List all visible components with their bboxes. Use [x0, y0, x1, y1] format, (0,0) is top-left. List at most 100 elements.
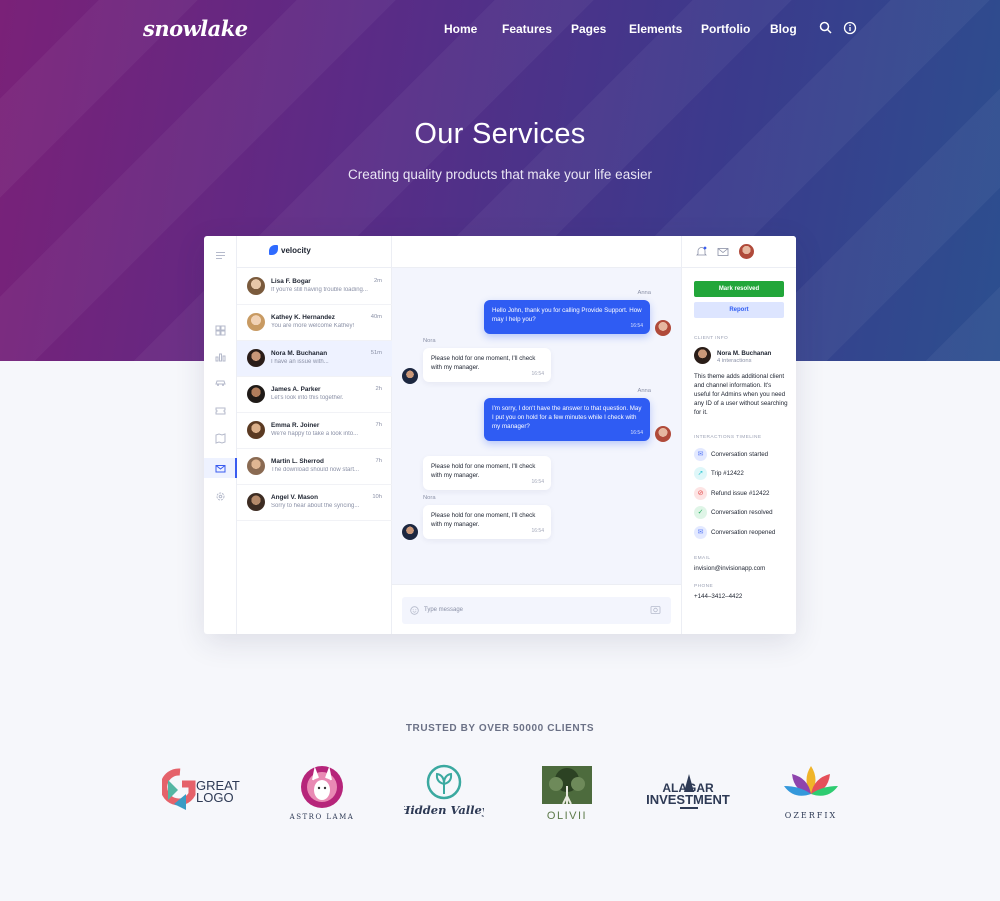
settings-icon[interactable]: [215, 491, 226, 502]
nav-blog[interactable]: Blog: [770, 22, 797, 36]
client-interactions: 4 interactions: [717, 358, 752, 364]
avatar: [247, 421, 265, 439]
message-time: 16:54: [630, 430, 643, 436]
customer-avatar: [402, 368, 418, 384]
report-button[interactable]: Report: [694, 302, 784, 318]
page-subtitle: Creating quality products that make your…: [348, 167, 652, 182]
emoji-icon[interactable]: [410, 606, 419, 615]
message-input[interactable]: Type message: [402, 597, 671, 624]
avatar: [247, 457, 265, 475]
hidden-valley-logo: Hidden Valley: [404, 764, 484, 817]
chat-header: [392, 236, 681, 268]
conversation-list: velocity Lisa F. Bogar If you're still h…: [237, 236, 392, 634]
conversation-item[interactable]: Angel V. Mason Sorry to hear about the s…: [237, 485, 392, 521]
timeline-label-text: Conversation started: [711, 451, 769, 458]
conversation-name: Nora M. Buchanan: [271, 350, 328, 357]
conversation-name: Angel V. Mason: [271, 494, 318, 501]
check-icon: ✓: [694, 506, 707, 519]
conversation-item[interactable]: Emma R. Joiner We're happy to take a loo…: [237, 413, 392, 449]
car-icon[interactable]: [215, 377, 226, 388]
conversation-time: 7h: [375, 458, 382, 464]
mail-icon: ✉: [694, 526, 707, 539]
conversation-time: 7h: [375, 422, 382, 428]
message-text: Hello John, thank you for calling Provid…: [492, 307, 642, 323]
message-time: 16:54: [531, 479, 544, 485]
olivii-logo: OLIVII: [542, 766, 592, 822]
timeline-label-text: Conversation reopened: [711, 529, 776, 536]
search-icon[interactable]: [819, 21, 833, 35]
conversation-item[interactable]: Kathey K. Hernandez You are more welcome…: [237, 305, 392, 341]
trip-icon: ➚: [694, 467, 707, 480]
mark-resolved-button[interactable]: Mark resolved: [694, 281, 784, 297]
agent-avatar: [655, 426, 671, 442]
client-note: This theme adds additional client and ch…: [694, 373, 788, 416]
avatar: [247, 313, 265, 331]
message-bubble-outgoing: I'm sorry, I don't have the answer to th…: [484, 398, 650, 441]
nav-pages[interactable]: Pages: [571, 22, 606, 36]
message-author: Anna: [637, 290, 651, 296]
message-bubble-outgoing: Hello John, thank you for calling Provid…: [484, 300, 650, 334]
stats-icon[interactable]: [215, 351, 226, 362]
message-author: Nora: [423, 495, 436, 501]
mail-icon[interactable]: [215, 463, 226, 474]
conversation-name: Kathey K. Hernandez: [271, 314, 335, 321]
menu-icon[interactable]: [215, 250, 226, 261]
message-text: Please hold for one moment, I'll check w…: [431, 512, 536, 528]
svg-text:LOGO: LOGO: [196, 790, 234, 805]
svg-text:ASTRO LAMA: ASTRO LAMA: [289, 813, 355, 821]
avatar: [247, 349, 265, 367]
email-label: EMAIL: [694, 556, 711, 561]
message-time: 16:54: [531, 528, 544, 534]
dashboard-icon[interactable]: [215, 325, 226, 336]
conversation-time: 2m: [373, 278, 382, 284]
message-bubble-incoming: Please hold for one moment, I'll check w…: [423, 348, 551, 382]
conversation-item-selected[interactable]: Nora M. Buchanan I have an issue with...…: [237, 341, 392, 377]
info-icon[interactable]: [843, 21, 857, 35]
conversation-preview: Sorry to hear about the syncing...: [271, 503, 360, 509]
mail-icon: ✉: [694, 448, 707, 461]
svg-text:Hidden Valley: Hidden Valley: [404, 803, 484, 817]
ozerfix-logo: OZERFIX: [784, 766, 838, 820]
timeline-item: ✓ Conversation resolved: [694, 506, 794, 520]
nav-home[interactable]: Home: [444, 22, 477, 36]
customer-avatar: [402, 524, 418, 540]
message-input-placeholder: Type message: [424, 607, 464, 613]
app-brand[interactable]: velocity: [269, 245, 311, 255]
message-author: Anna: [637, 388, 651, 394]
chat-panel: Anna Hello John, thank you for calling P…: [392, 236, 681, 634]
avatar: [247, 277, 265, 295]
conversation-name: Lisa F. Bogar: [271, 278, 311, 285]
nav-portfolio[interactable]: Portfolio: [701, 22, 750, 36]
image-attach-icon[interactable]: [650, 605, 661, 615]
message-text: Please hold for one moment, I'll check w…: [431, 463, 536, 479]
page-title: Our Services: [414, 118, 586, 150]
conversation-item[interactable]: Lisa F. Bogar If you're still having tro…: [237, 269, 392, 305]
ticket-icon[interactable]: [215, 405, 226, 416]
svg-text:OZERFIX: OZERFIX: [785, 811, 837, 820]
message-bubble-incoming: Please hold for one moment, I'll check w…: [423, 505, 551, 539]
mail-notify-icon[interactable]: [717, 247, 729, 257]
conversation-time: 40m: [370, 314, 382, 320]
message-text: Please hold for one moment, I'll check w…: [431, 355, 536, 371]
message-bubble-incoming: Please hold for one moment, I'll check w…: [423, 456, 551, 490]
timeline-item: ✉ Conversation reopened: [694, 526, 794, 540]
conversation-item[interactable]: James A. Parker Let's look into this tog…: [237, 377, 392, 413]
bell-icon[interactable]: [696, 246, 707, 258]
side-header: [682, 236, 796, 268]
client-email[interactable]: invision@invisionapp.com: [694, 564, 765, 573]
astro-lama-logo: ASTRO LAMA: [289, 766, 355, 821]
conversation-item[interactable]: Martin L. Sherrod The download should no…: [237, 449, 392, 485]
client-phone[interactable]: +144–3412–4422: [694, 592, 742, 601]
message-time: 16:54: [531, 371, 544, 377]
nav-elements[interactable]: Elements: [629, 22, 682, 36]
app-mockup: velocity Lisa F. Bogar If you're still h…: [204, 236, 796, 634]
map-icon[interactable]: [215, 433, 226, 444]
trusted-heading: TRUSTED BY OVER 50000 CLIENTS: [405, 723, 595, 734]
client-avatar: [694, 347, 711, 364]
composer-bar: Type message: [392, 584, 681, 634]
refund-icon: ⊘: [694, 487, 707, 500]
user-avatar[interactable]: [739, 244, 754, 259]
nav-features[interactable]: Features: [502, 22, 552, 36]
icon-rail: [204, 236, 237, 634]
conversation-preview: We're happy to take a look into...: [271, 431, 359, 437]
